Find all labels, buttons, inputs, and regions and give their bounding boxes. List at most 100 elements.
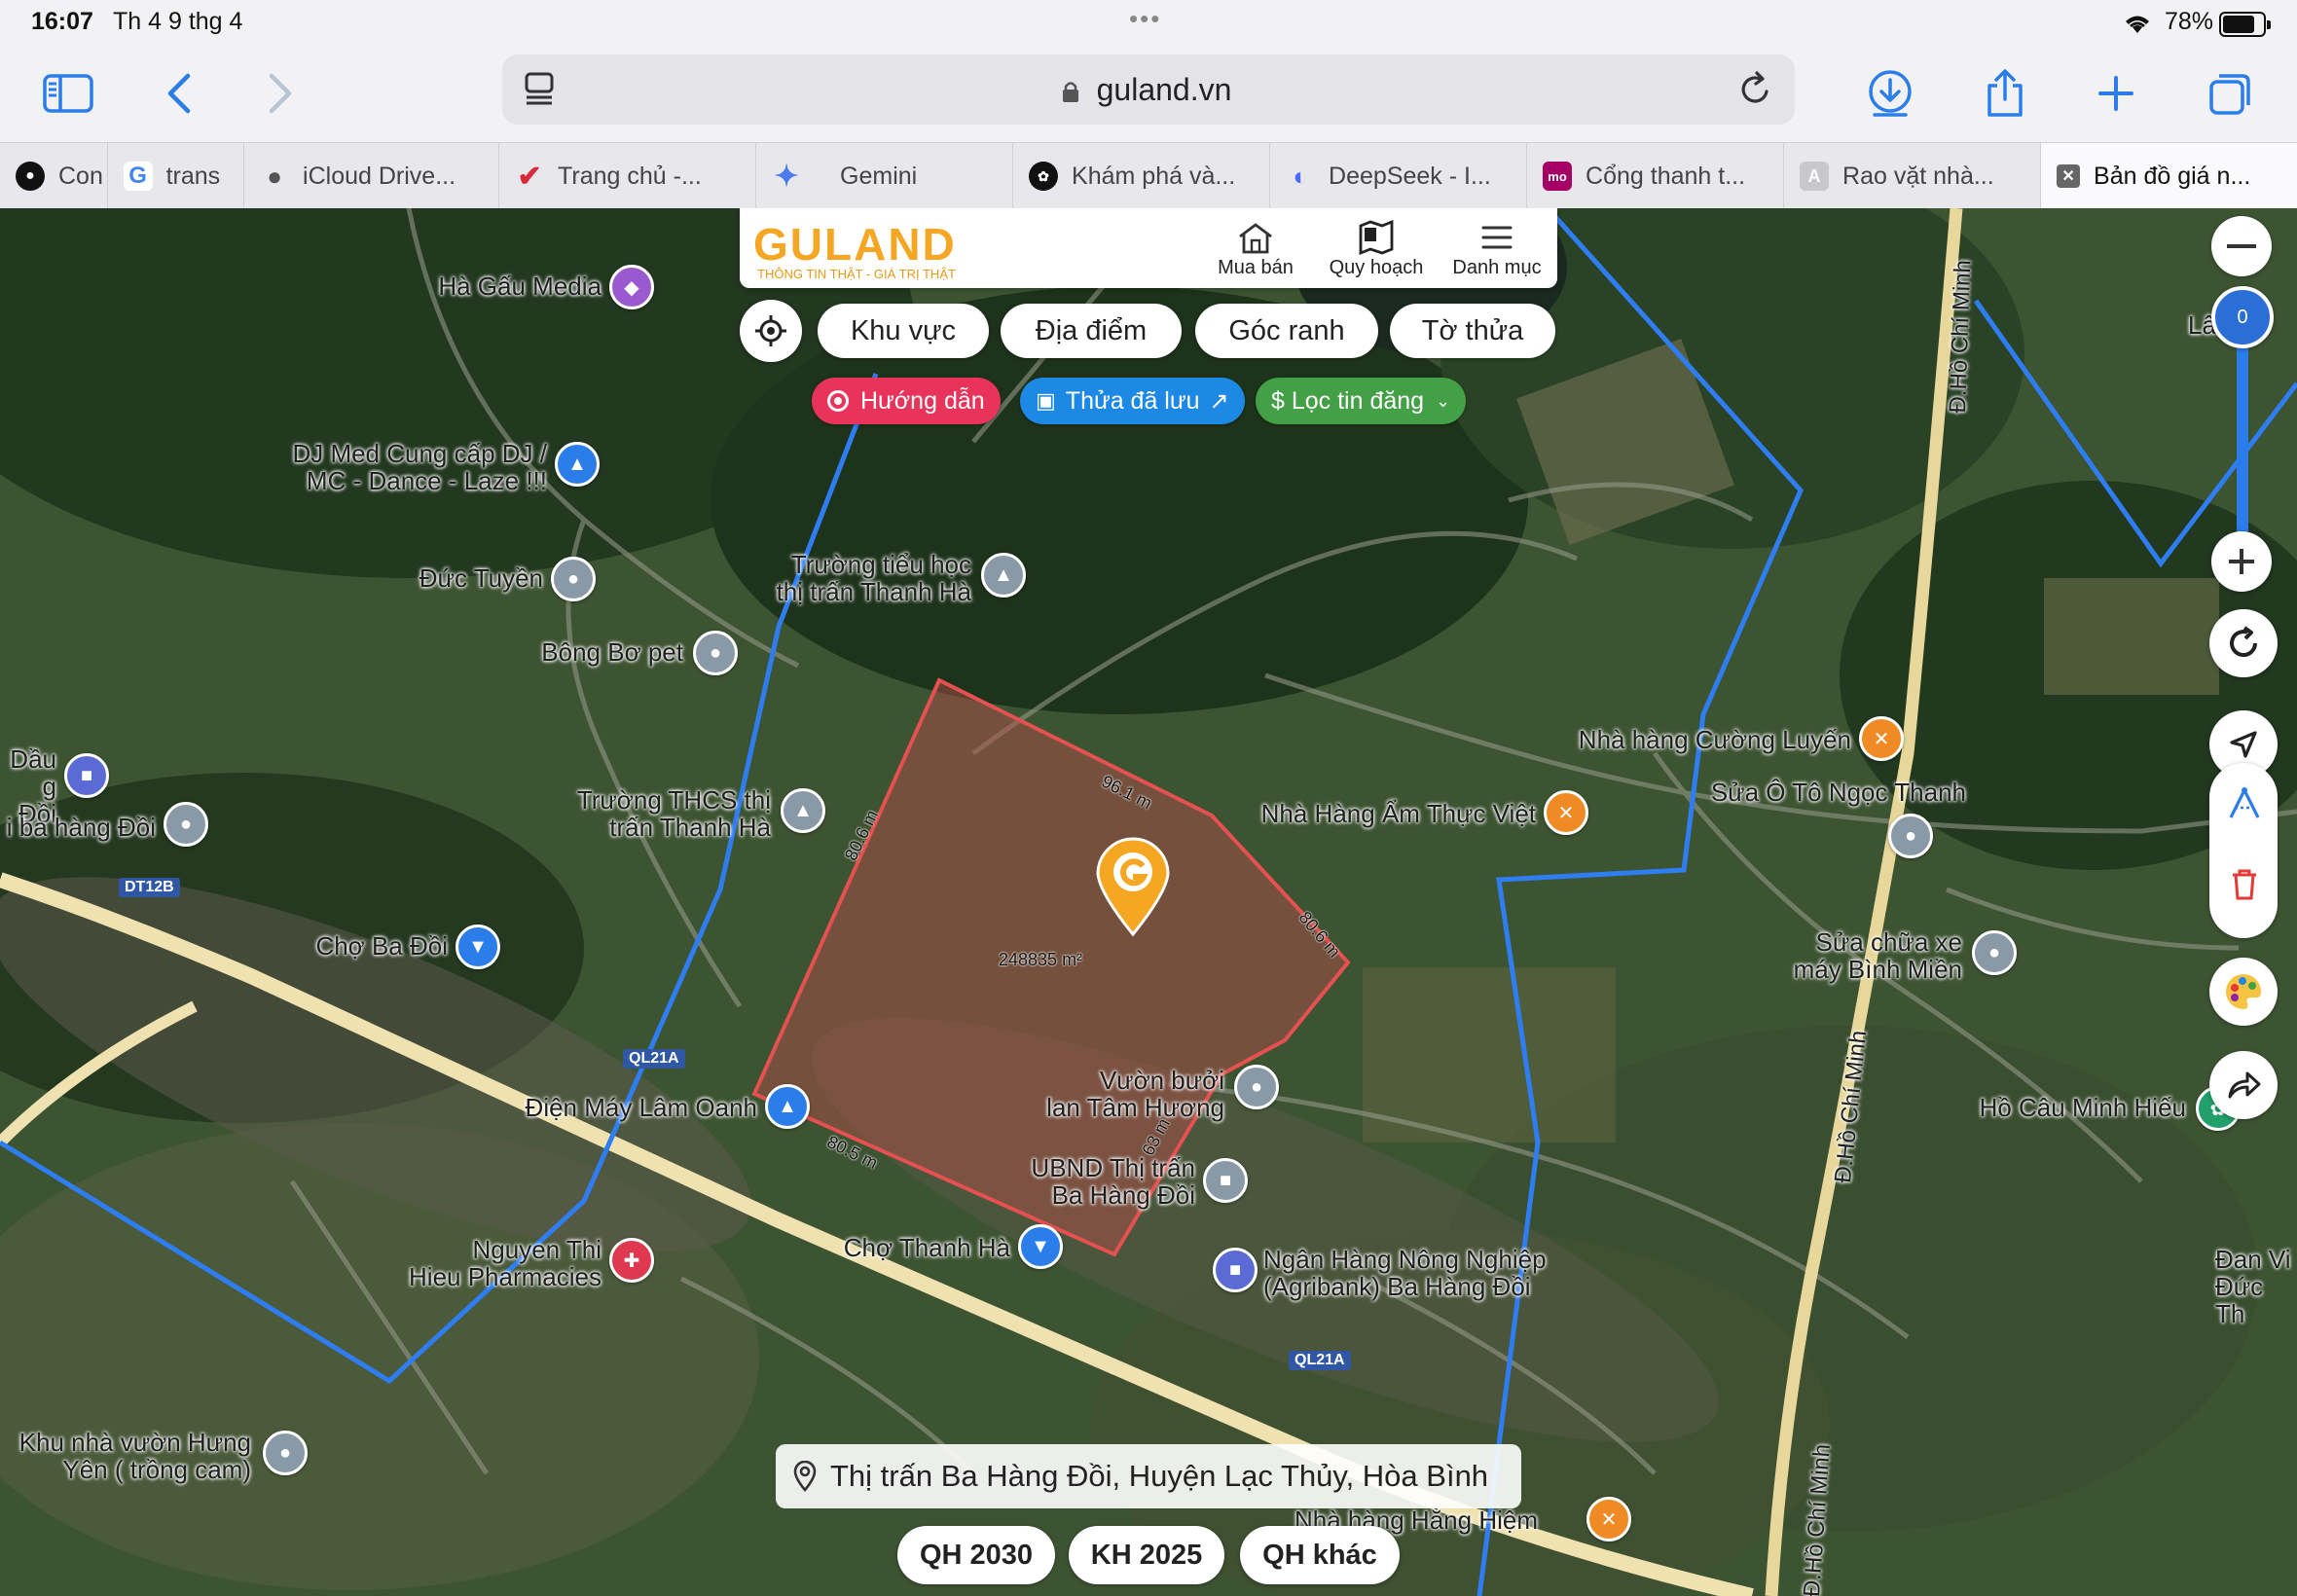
house-icon	[1197, 220, 1314, 255]
zoom-slider-handle[interactable]: 0	[2211, 286, 2274, 348]
guide-button[interactable]: Hướng dẫn	[812, 378, 1001, 424]
guland-logo[interactable]: GULAND	[753, 218, 957, 271]
poi-label[interactable]: Chợ Thanh Hà	[844, 1234, 1010, 1261]
poi-label[interactable]: Đan Vi Đức Th	[2215, 1246, 2297, 1327]
tab-label: Rao vặt nhà...	[1842, 162, 1994, 190]
poi-place-icon[interactable]: ●	[551, 557, 596, 601]
tab-trang-chu[interactable]: ✔ Trang chủ -...	[499, 143, 757, 209]
poi-fuel-icon[interactable]: ■	[64, 753, 109, 798]
share-icon[interactable]	[1978, 66, 2032, 121]
zoom-slider-track[interactable]	[2237, 315, 2248, 559]
nav-label: Quy hoạch	[1329, 257, 1424, 278]
tab-gemini[interactable]: ✦ Gemini	[756, 143, 1014, 209]
qh-khac-button[interactable]: QH khác	[1240, 1526, 1400, 1584]
reload-icon[interactable]	[1736, 70, 1773, 109]
map-view[interactable]: DT12B QL21A QL21A Đ.Hồ Chí Minh Đ.Hồ Chí…	[0, 208, 2297, 1596]
tab-rao-vat[interactable]: A Rao vặt nhà...	[1784, 143, 2042, 209]
chip-dia-diem[interactable]: Địa điểm	[1001, 304, 1182, 358]
poi-label[interactable]: Điện Máy Lâm Oanh	[526, 1094, 757, 1121]
poi-restaurant-icon[interactable]: ✕	[1544, 790, 1588, 835]
sidebar-icon[interactable]	[41, 66, 95, 121]
poi-shop-icon[interactable]: ▲	[555, 442, 600, 487]
poi-label[interactable]: Hồ Câu Minh Hiếu	[1980, 1094, 2186, 1121]
tab-chatgpt[interactable]: ✿ Khám phá và...	[1013, 143, 1271, 209]
poi-label[interactable]: Khu nhà vườn Hưng Yên ( trồng cam)	[19, 1429, 251, 1483]
chip-goc-ranh[interactable]: Góc ranh	[1195, 304, 1378, 358]
zoom-in-button[interactable]	[2211, 531, 2272, 592]
share-map-button[interactable]	[2209, 1051, 2278, 1119]
back-icon[interactable]	[152, 66, 206, 121]
qh-2030-button[interactable]: QH 2030	[897, 1526, 1055, 1584]
refresh-button[interactable]	[2209, 609, 2278, 677]
poi-label[interactable]: Vườn bưởi lan Tâm Hương	[1046, 1067, 1224, 1121]
guland-marker-icon[interactable]	[1092, 833, 1174, 938]
tab-ban-do-gia[interactable]: ✕ Bản đồ giá n...	[2041, 143, 2297, 209]
poi-label[interactable]: Sửa Ô Tô Ngọc Thanh	[1711, 779, 1966, 806]
tab-label: iCloud Drive...	[303, 162, 456, 190]
close-icon[interactable]: ✕	[2057, 164, 2081, 188]
poi-label[interactable]: UBND Thị trấn Ba Hàng Đồi	[1031, 1154, 1195, 1209]
tab-github[interactable]: ● Con	[0, 143, 108, 209]
url-text: guland.vn	[1096, 72, 1232, 107]
poi-place-icon[interactable]: ●	[1888, 814, 1933, 858]
multitask-dots-icon[interactable]: •••	[1129, 4, 1161, 34]
poi-cart-icon[interactable]: ▼	[456, 925, 500, 969]
poi-palette-icon[interactable]: ◆	[609, 265, 654, 309]
poi-label[interactable]: Hà Gấu Media	[438, 272, 602, 300]
tab-overview-icon[interactable]	[2204, 66, 2258, 121]
poi-cart-icon[interactable]: ▼	[1018, 1224, 1063, 1269]
saved-parcels-button[interactable]: ▣ Thửa đã lưu ↗	[1020, 378, 1245, 424]
chip-khu-vuc[interactable]: Khu vực	[818, 304, 989, 358]
new-tab-icon[interactable]	[2089, 66, 2143, 121]
tab-label: Gemini	[840, 162, 918, 190]
poi-label[interactable]: Chợ Ba Đồi	[315, 932, 448, 960]
tab-deepseek[interactable]: ◐ DeepSeek - I...	[1270, 143, 1528, 209]
poi-label[interactable]: Trường tiểu học thị trấn Thanh Hà	[777, 551, 971, 605]
kh-2025-button[interactable]: KH 2025	[1069, 1526, 1224, 1584]
tab-google-translate[interactable]: Gtrans	[108, 143, 245, 209]
tab-cong-thanh-toan[interactable]: mo Cổng thanh t...	[1527, 143, 1785, 209]
poi-place-icon[interactable]: ●	[164, 802, 208, 847]
poi-restaurant-icon[interactable]: ✕	[1859, 716, 1904, 761]
forward-icon[interactable]	[253, 66, 308, 121]
download-icon[interactable]	[1863, 66, 1917, 121]
poi-label[interactable]: i ba hàng Đồi	[7, 814, 156, 841]
chip-to-thua[interactable]: Tờ thửa	[1390, 304, 1555, 358]
filter-listings-button[interactable]: $ Lọc tin đăng ⌄	[1256, 378, 1467, 424]
poi-place-icon[interactable]: ●	[693, 631, 738, 675]
poi-label[interactable]: Ngân Hàng Nông Nghiệp (Agribank) Ba Hàng…	[1263, 1246, 1547, 1300]
poi-restaurant-icon[interactable]: ✕	[1586, 1497, 1631, 1542]
poi-label[interactable]: Nhà hàng Cường Luyến	[1579, 726, 1851, 753]
poi-government-icon[interactable]: ■	[1203, 1158, 1248, 1203]
poi-school-icon[interactable]: ▲	[781, 788, 825, 833]
poi-pharmacy-icon[interactable]: ✚	[609, 1238, 654, 1283]
poi-place-icon[interactable]: ●	[1972, 930, 2017, 975]
poi-label[interactable]: Bông Bơ pet	[541, 638, 683, 666]
check-icon: ✔	[517, 160, 542, 193]
tab-icloud[interactable]: ● iCloud Drive...	[244, 143, 500, 209]
poi-label[interactable]: Nhà Hàng Ẩm Thực Việt	[1261, 800, 1536, 827]
poi-label[interactable]: Đức Tuyền	[419, 564, 543, 592]
poi-shop-icon[interactable]: ▲	[765, 1084, 810, 1129]
poi-label[interactable]: DJ Med Cung cấp DJ / MC - Dance - Laze !…	[292, 440, 547, 494]
address-bar[interactable]: guland.vn	[502, 54, 1795, 125]
poi-label[interactable]: Nguyen Thi Hieu Pharmacies	[409, 1236, 602, 1290]
poi-label[interactable]: Sửa chữa xe máy Bình Miền	[1794, 928, 1962, 983]
trash-icon[interactable]	[2231, 868, 2258, 901]
location-bar[interactable]: Thị trấn Ba Hàng Đồi, Huyện Lạc Thủy, Hò…	[776, 1444, 1521, 1508]
poi-bank-icon[interactable]: ■	[1213, 1248, 1258, 1292]
nav-label: Mua bán	[1218, 257, 1294, 278]
layer-style-button[interactable]	[2209, 958, 2278, 1026]
apple-icon: ●	[267, 161, 282, 191]
locate-button[interactable]	[740, 300, 802, 362]
poi-school-icon[interactable]: ▲	[981, 553, 1026, 598]
poi-label[interactable]: Trường THCS thị trấn Thanh Hà	[577, 786, 771, 841]
nav-danh-muc[interactable]: Danh mục	[1439, 220, 1555, 279]
poi-place-icon[interactable]: ●	[1234, 1065, 1279, 1109]
nav-quy-hoach[interactable]: Quy hoạch	[1318, 220, 1435, 279]
measure-icon[interactable]	[2227, 786, 2262, 821]
poi-place-icon[interactable]: ●	[263, 1431, 308, 1475]
nav-mua-ban[interactable]: Mua bán	[1197, 220, 1314, 279]
tab-label: Bản đồ giá n...	[2094, 162, 2251, 190]
zoom-out-button[interactable]	[2211, 216, 2272, 276]
